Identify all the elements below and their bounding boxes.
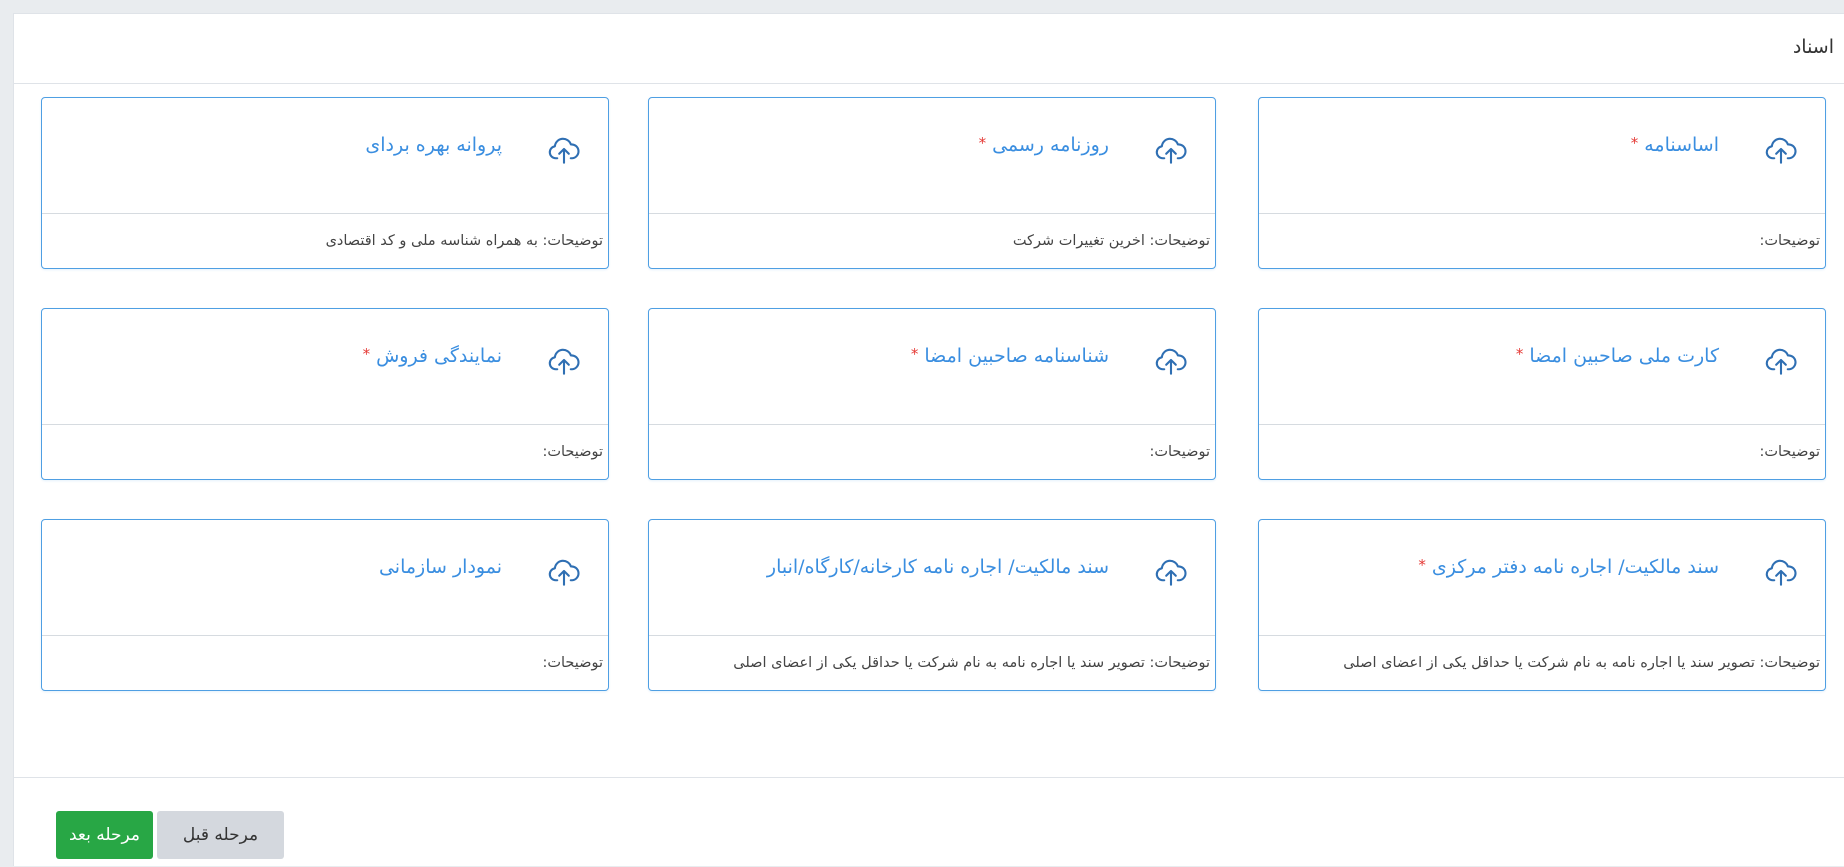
cloud-upload-icon[interactable]: [546, 132, 582, 168]
cloud-upload-icon[interactable]: [546, 554, 582, 590]
card-description: توضیحات:: [1149, 444, 1210, 460]
card-description: توضیحات:: [1759, 444, 1820, 460]
required-marker: *: [1515, 345, 1524, 363]
required-marker: *: [910, 345, 919, 363]
card-description: توضیحات:: [1759, 233, 1820, 249]
card-title: روزنامه رسمی*: [978, 134, 1109, 156]
card-description: توضیحات: اخرین تغییرات شرکت: [1012, 233, 1210, 249]
upload-card-org-chart[interactable]: نمودار سازمانی توضیحات:: [41, 519, 609, 691]
upload-card-operating-license[interactable]: پروانه بهره بردای توضیحات: به همراه شناس…: [41, 97, 609, 269]
required-marker: *: [1418, 556, 1426, 574]
cloud-upload-icon[interactable]: [1763, 343, 1799, 379]
card-title: نمودار سازمانی: [378, 556, 502, 578]
required-marker: *: [978, 134, 987, 152]
next-step-button[interactable]: مرحله بعد: [56, 811, 153, 859]
upload-card-articles-of-association[interactable]: اساسنامه* توضیحات:: [1258, 97, 1826, 269]
upload-card-factory-deed[interactable]: سند مالکیت/ اجاره نامه کارخانه/کارگاه/ان…: [648, 519, 1216, 691]
panel-header: اسناد: [14, 14, 1844, 84]
documents-panel: اسناد اساسنامه* توضیحات: روزنامه رسمی* ت…: [13, 13, 1844, 866]
card-description: توضیحات: تصویر سند یا اجاره نامه به نام …: [1343, 655, 1820, 671]
card-title: پروانه بهره بردای: [365, 134, 502, 156]
required-marker: *: [1630, 134, 1639, 152]
cloud-upload-icon[interactable]: [1763, 132, 1799, 168]
upload-card-signatories-national-card[interactable]: کارت ملی صاحبین امضا* توضیحات:: [1258, 308, 1826, 480]
card-description: توضیحات:: [542, 655, 603, 671]
card-header: نمایندگی فروش*: [42, 309, 608, 425]
card-title: اساسنامه*: [1630, 134, 1719, 156]
upload-card-signatories-birth-certificate[interactable]: شناسنامه صاحبین امضا* توضیحات:: [648, 308, 1216, 480]
cloud-upload-icon[interactable]: [1763, 554, 1799, 590]
cloud-upload-icon[interactable]: [1153, 554, 1189, 590]
card-title: کارت ملی صاحبین امضا*: [1515, 345, 1719, 367]
card-title: سند مالکیت/ اجاره نامه دفتر مرکزی*: [1418, 556, 1719, 578]
panel-title: اسناد: [1792, 36, 1834, 58]
upload-card-sales-agency[interactable]: نمایندگی فروش* توضیحات:: [41, 308, 609, 480]
card-header: شناسنامه صاحبین امضا*: [649, 309, 1215, 425]
card-description: توضیحات: به همراه شناسه ملی و کد اقتصادی: [325, 233, 603, 249]
cloud-upload-icon[interactable]: [546, 343, 582, 379]
card-description: توضیحات:: [542, 444, 603, 460]
upload-card-official-gazette[interactable]: روزنامه رسمی* توضیحات: اخرین تغییرات شرک…: [648, 97, 1216, 269]
card-header: پروانه بهره بردای: [42, 98, 608, 214]
card-title: نمایندگی فروش*: [362, 345, 502, 367]
card-header: سند مالکیت/ اجاره نامه کارخانه/کارگاه/ان…: [649, 520, 1215, 636]
previous-step-button[interactable]: مرحله قبل: [157, 811, 284, 859]
panel-footer: مرحله بعد مرحله قبل: [14, 777, 1844, 867]
cloud-upload-icon[interactable]: [1153, 132, 1189, 168]
card-header: سند مالکیت/ اجاره نامه دفتر مرکزی*: [1259, 520, 1825, 636]
card-header: روزنامه رسمی*: [649, 98, 1215, 214]
required-marker: *: [362, 345, 371, 363]
card-header: کارت ملی صاحبین امضا*: [1259, 309, 1825, 425]
card-description: توضیحات: تصویر سند یا اجاره نامه به نام …: [733, 655, 1210, 671]
card-header: اساسنامه*: [1259, 98, 1825, 214]
card-header: نمودار سازمانی: [42, 520, 608, 636]
card-title: سند مالکیت/ اجاره نامه کارخانه/کارگاه/ان…: [766, 556, 1109, 578]
upload-card-head-office-deed[interactable]: سند مالکیت/ اجاره نامه دفتر مرکزی* توضیح…: [1258, 519, 1826, 691]
card-title: شناسنامه صاحبین امضا*: [910, 345, 1109, 367]
cloud-upload-icon[interactable]: [1153, 343, 1189, 379]
